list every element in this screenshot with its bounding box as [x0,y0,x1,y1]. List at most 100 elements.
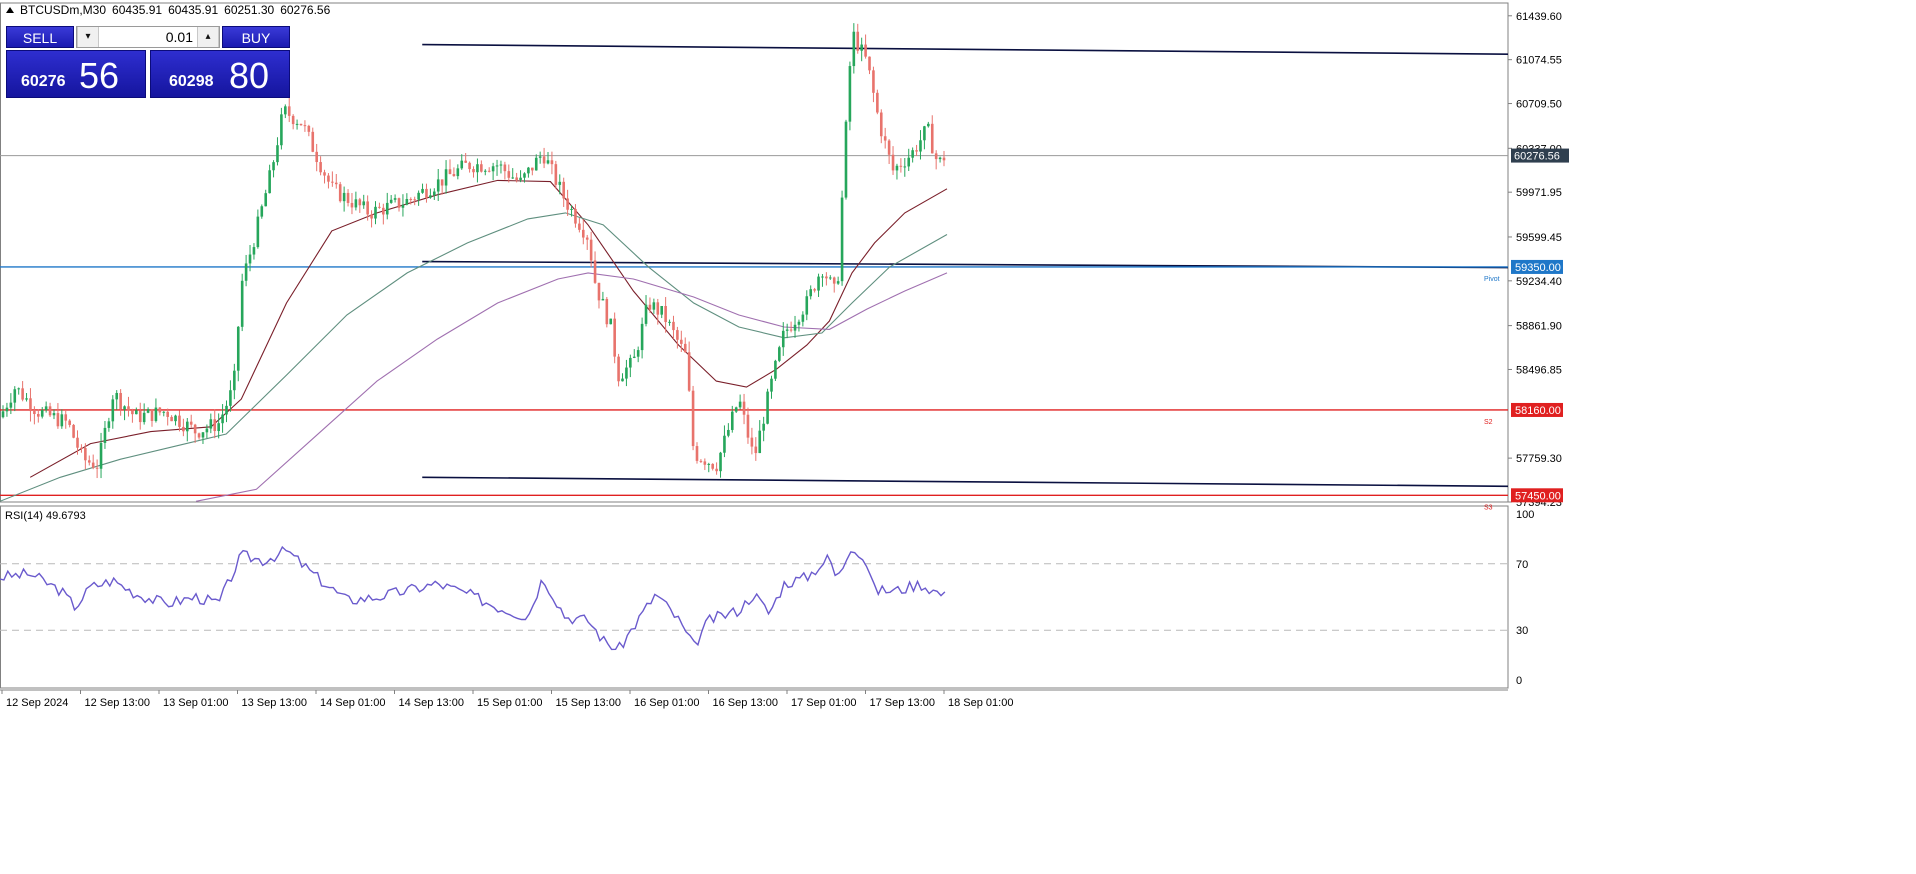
candle [899,158,903,173]
candle [284,104,287,119]
candle [605,296,609,328]
sell-price-box[interactable]: 60276 56 [6,50,146,98]
candle [21,381,24,402]
candle [80,444,83,453]
candle [695,442,699,464]
candle [856,23,860,54]
candle [358,197,362,213]
candle [142,403,146,425]
candle [178,410,181,432]
level-tag-label: S2 [1484,419,1493,426]
channel-line[interactable] [422,476,1509,488]
candle [801,311,805,327]
candle [60,409,64,429]
candle [499,160,503,174]
y-tick-label: 61074.55 [1516,55,1562,67]
candle [723,425,726,458]
lot-decrease-arrow-icon[interactable]: ▾ [77,27,99,47]
candle [785,323,789,339]
candle [703,458,707,471]
rsi-tick-label: 70 [1516,559,1528,571]
candle [503,161,507,180]
sell-price-main: 60276 [21,73,66,90]
lot-increase-arrow-icon[interactable]: ▴ [197,27,219,47]
candle [668,319,671,326]
level-price-label: 59350.00 [1515,262,1561,274]
candle [531,167,534,176]
candle [401,194,405,217]
candle [711,463,714,471]
candle [378,202,381,209]
candle [1,405,5,419]
x-tick-label: 13 Sep 01:00 [163,697,228,709]
sell-price-pips: 56 [79,55,120,96]
candle [542,147,546,169]
candle [927,121,930,128]
candle [162,411,166,417]
x-tick-label: 17 Sep 01:00 [791,697,856,709]
candle [632,349,636,359]
lot-size-value[interactable]: 0.01 [166,27,193,47]
candle [185,417,189,442]
candle [715,462,718,475]
ohlc-high: 60435.91 [168,3,219,17]
candle [213,409,217,439]
candle [617,353,620,387]
candle [150,408,154,427]
candle [444,160,448,194]
candle [574,204,577,228]
candle [464,152,467,163]
candle [609,318,613,325]
buy-button[interactable]: BUY [222,26,290,48]
candle [158,407,162,416]
candle [209,413,213,434]
x-tick-label: 14 Sep 13:00 [399,697,464,709]
candle [225,400,228,423]
candle [44,401,48,413]
chart-canvas[interactable]: 61439.6061074.5560709.5060337.0059971.95… [0,0,1916,874]
y-tick-label: 59599.45 [1516,232,1562,244]
candle [197,432,201,440]
candle [146,407,150,414]
buy-price-box[interactable]: 60298 80 [150,50,290,98]
candle [260,204,264,219]
candle [397,197,401,212]
buy-price-main: 60298 [169,73,214,90]
candle [734,406,738,413]
candle [527,166,530,178]
rsi-tick-label: 30 [1516,625,1528,637]
candle [362,194,366,209]
candle [652,298,656,314]
candle [166,408,169,426]
lot-size-field[interactable]: ▾ 0.01 ▴ [76,26,220,48]
level-price-label: 58160.00 [1515,405,1561,417]
candle [480,160,483,173]
candle [9,393,13,415]
collapse-triangle-icon[interactable] [6,7,14,13]
candle [240,273,244,332]
ohlc-open: 60435.91 [112,3,163,17]
candle [915,144,918,156]
candle [848,61,852,131]
candle [52,409,56,420]
x-tick-label: 17 Sep 13:00 [870,697,935,709]
candle [774,359,777,382]
candle [138,402,142,430]
candle [123,405,126,421]
candle [115,390,119,410]
candle [111,395,115,429]
sell-button[interactable]: SELL [6,26,74,48]
candle [5,402,9,417]
candle [393,194,397,203]
y-tick-label: 57759.30 [1516,453,1562,465]
candle [601,291,605,301]
candle [829,275,832,280]
candle [436,168,440,201]
x-tick-label: 12 Sep 2024 [6,697,68,709]
candle [452,167,456,177]
candle [182,418,185,437]
candle [433,188,436,200]
candle [762,416,765,442]
channel-line[interactable] [422,43,1509,56]
y-tick-label: 58496.85 [1516,364,1562,376]
